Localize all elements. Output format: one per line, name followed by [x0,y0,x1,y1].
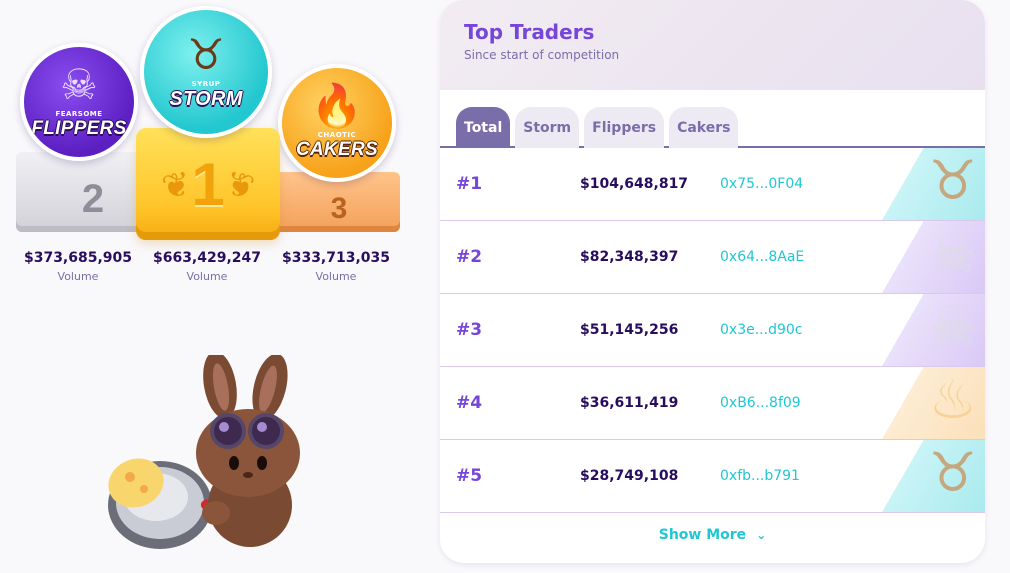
bull-icon: ♉ [928,441,977,504]
volume-label: Volume [186,270,228,283]
badge-team-name: STORM [169,87,243,110]
trader-address-link[interactable]: 0x64...8AaE [720,249,804,265]
podium-rank-1: 1 [191,150,225,218]
trader-address-link[interactable]: 0x75...0F04 [720,176,803,192]
trader-address-link[interactable]: 0x3e...d90c [720,322,802,338]
trader-rank: #5 [456,466,483,486]
volume-label: Volume [57,270,99,283]
bull-icon: ♉ [928,149,977,212]
panel-subtitle: Since start of competition [464,48,620,62]
team-volume-cakers: $333,713,035 Volume [271,250,401,283]
team-volume-flippers: $373,685,905 Volume [13,250,143,283]
tab-total[interactable]: Total [456,107,511,148]
team-cakers-watermark: ♨ [855,367,985,439]
tab-cakers[interactable]: Cakers [669,107,739,148]
team-flippers-watermark: ☠ [855,294,985,366]
team-volume-storm: $663,429,247 Volume [142,250,272,283]
volume-amount: $373,685,905 [23,250,133,266]
trader-rank: #1 [456,174,483,194]
team-storm-watermark: ♉ [855,148,985,220]
tab-flippers[interactable]: Flippers [584,107,665,148]
goggles [210,413,246,449]
trader-rank: #3 [456,320,483,340]
badge-team-name: CAKERS [295,139,379,160]
podium-step-2: 2 [16,152,152,232]
panel-title: Top Traders [464,20,595,44]
team-storm-watermark: ♉ [855,440,985,512]
badge-tagline: SYRUP [191,79,221,88]
trader-row: #4 $36,611,419 0xB6...8f09 ♨ [440,367,985,440]
skull-icon: ☠ [60,60,98,109]
skull-icon: ☠ [928,222,977,285]
trader-volume: $51,145,256 [580,322,679,338]
team-badge-storm: ♉ SYRUP STORM [140,6,272,138]
volume-amount: $663,429,247 [152,250,262,266]
chevron-down-icon: ⌄ [756,528,767,542]
badge-tagline: CHAOTIC [317,131,357,139]
trader-address-link[interactable]: 0xB6...8f09 [720,395,801,411]
podium-step-1: ❦ 1 ❦ [136,128,280,240]
panel-header: Top Traders Since start of competition [440,0,985,90]
podium-rank-2: 2 [81,176,105,221]
bull-icon: ♉ [187,29,225,79]
trader-row: #3 $51,145,256 0x3e...d90c ☠ [440,294,985,367]
badge-tagline: FEARSOME [55,110,103,118]
podium-rank-3: 3 [330,192,348,225]
trader-row: #2 $82,348,397 0x64...8AaE ☠ [440,221,985,294]
badge-team-name: FLIPPERS [31,118,127,139]
trader-rank: #4 [456,393,483,413]
trader-volume: $104,648,817 [580,176,689,192]
skull-icon: ☠ [928,295,977,358]
laurel-icon: ❦ [158,163,194,209]
team-flippers-watermark: ☠ [855,221,985,293]
trader-address-link[interactable]: 0xfb...b791 [720,468,800,484]
trader-row: #1 $104,648,817 0x75...0F04 ♉ [440,148,985,221]
trader-volume: $82,348,397 [580,249,679,265]
show-more-label: Show More [658,527,747,543]
volume-label: Volume [315,270,357,283]
trader-volume: $28,749,108 [580,468,679,484]
flame-icon: 🔥 [310,81,364,130]
team-badge-flippers: ☠ FEARSOME FLIPPERS [20,43,138,161]
trader-volume: $36,611,419 [580,395,679,411]
flame-icon: ♨ [928,368,977,431]
team-podium: 2 ❦ 1 ❦ 3 ☠ FEARSOME FLIPPERS ♉ SYRUP ST… [0,0,420,300]
trader-row: #5 $28,749,108 0xfb...b791 ♉ [440,440,985,513]
laurel-icon: ❦ [222,163,258,209]
team-tabs: Total Storm Flippers Cakers [440,90,985,148]
trader-rank: #2 [456,247,483,267]
team-badge-cakers: 🔥 CHAOTIC CAKERS [278,64,396,182]
tab-storm[interactable]: Storm [515,107,580,148]
bunny-chef-mascot [108,355,300,549]
top-traders-panel: Top Traders Since start of competition T… [440,0,985,563]
traders-list: #1 $104,648,817 0x75...0F04 ♉ #2 $82,348… [440,148,985,513]
volume-amount: $333,713,035 [281,250,391,266]
show-more-button[interactable]: Show More ⌄ [440,527,985,543]
